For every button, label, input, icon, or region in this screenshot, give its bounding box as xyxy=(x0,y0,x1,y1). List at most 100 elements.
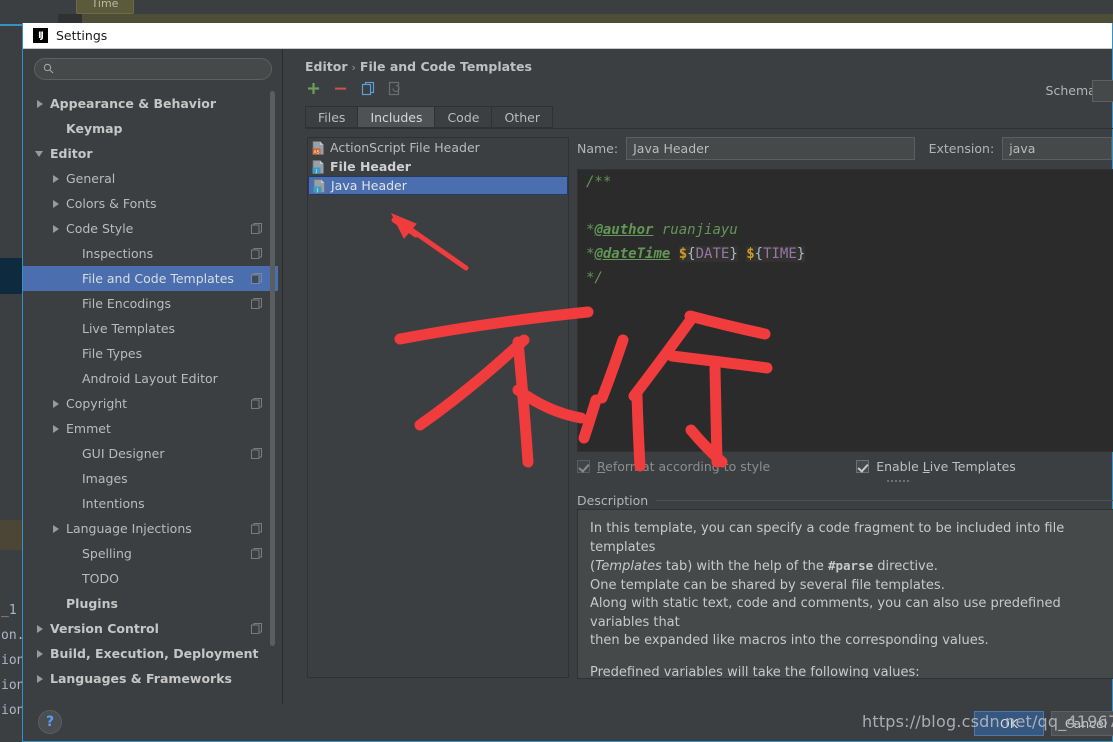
breadcrumb-separator: › xyxy=(351,61,356,74)
panel-drag-handle[interactable] xyxy=(887,480,915,485)
sidebar-item-label: File and Code Templates xyxy=(82,271,234,286)
live-templates-checkbox[interactable] xyxy=(856,460,870,473)
description-box[interactable]: In this template, you can specify a code… xyxy=(577,509,1113,679)
template-list-item-label: File Header xyxy=(330,159,411,174)
background-top-strip xyxy=(0,0,1113,14)
breadcrumb-parent[interactable]: Editor xyxy=(305,59,348,74)
chevron-right-icon[interactable] xyxy=(51,423,63,435)
reset-template-button[interactable] xyxy=(386,80,403,97)
breadcrumb-current: File and Code Templates xyxy=(359,59,532,74)
template-category-tabs[interactable]: Files Includes Code Other xyxy=(305,106,553,128)
tab-files[interactable]: Files xyxy=(305,106,358,128)
code-token: */ xyxy=(586,270,603,286)
sidebar-item-inspections[interactable]: Inspections xyxy=(23,241,278,266)
template-list-item[interactable]: J File Header xyxy=(308,157,568,176)
template-editor-area: Name: Java Header Extension: java /** *@… xyxy=(577,136,1113,679)
schema-select[interactable] xyxy=(1092,80,1113,102)
sidebar-item-build-execution-deployment[interactable]: Build, Execution, Deployment xyxy=(23,641,278,666)
code-token: DATE xyxy=(695,246,730,262)
desc-mid: tab) with the help of the xyxy=(661,559,828,574)
sidebar-item-label: Version Control xyxy=(50,621,159,636)
search-box[interactable] xyxy=(34,58,272,80)
sidebar-item-editor[interactable]: Editor xyxy=(23,141,278,166)
chevron-right-icon[interactable] xyxy=(51,198,63,210)
chevron-right-icon[interactable] xyxy=(51,523,63,535)
tab-label: Includes xyxy=(370,109,423,125)
reformat-checkbox[interactable] xyxy=(577,460,590,473)
sidebar-item-label: Plugins xyxy=(66,596,118,611)
sidebar-item-general[interactable]: General xyxy=(23,166,278,191)
chevron-right-icon[interactable] xyxy=(51,223,63,235)
template-list-item[interactable]: J Java Header xyxy=(308,176,568,195)
code-token: ruanjiayu xyxy=(653,222,738,238)
desc-parse-directive: #parse xyxy=(827,558,874,573)
sidebar-item-android-layout-editor[interactable]: Android Layout Editor xyxy=(23,366,278,391)
template-code-editor[interactable]: /** *@author ruanjiayu *@dateTime ${DATE}… xyxy=(577,169,1113,452)
reformat-accel: R xyxy=(597,459,606,474)
tab-includes[interactable]: Includes xyxy=(357,106,435,128)
sidebar-item-gui-designer[interactable]: GUI Designer xyxy=(23,441,278,466)
live-templates-checkbox-label: Enable Live Templates xyxy=(876,459,1016,474)
sidebar-item-version-control[interactable]: Version Control xyxy=(23,616,278,641)
sidebar-item-images[interactable]: Images xyxy=(23,466,278,491)
chevron-right-icon[interactable] xyxy=(51,398,63,410)
sidebar-item-colors-fonts[interactable]: Colors & Fonts xyxy=(23,191,278,216)
code-line: *@dateTime ${DATE} ${TIME} xyxy=(578,242,1113,266)
copy-template-button[interactable] xyxy=(359,80,376,97)
dialog-title-bar: IJ Settings xyxy=(23,23,1112,49)
description-line: In this template, you can specify a code… xyxy=(590,521,1065,555)
live-templates-accel: L xyxy=(922,459,930,474)
template-list-item-label: ActionScript File Header xyxy=(330,140,480,155)
sidebar-item-label: Spelling xyxy=(82,546,132,561)
chevron-right-icon[interactable] xyxy=(35,98,47,110)
sidebar-item-plugins[interactable]: Plugins xyxy=(23,591,278,616)
sidebar-scrollbar[interactable] xyxy=(269,91,276,699)
chevron-right-icon[interactable] xyxy=(51,173,63,185)
panel-splitter[interactable] xyxy=(282,49,283,704)
sidebar-item-file-and-code-templates[interactable]: File and Code Templates xyxy=(23,266,278,291)
sidebar-item-languages-frameworks[interactable]: Languages & Frameworks xyxy=(23,666,278,691)
settings-tree[interactable]: Appearance & Behavior Keymap Editor General… xyxy=(23,91,278,699)
description-line-4: Along with static text, code and comment… xyxy=(590,596,1061,630)
description-line-6: Predefined variables will take the follo… xyxy=(590,664,920,679)
tab-label: Code xyxy=(447,109,480,125)
project-scope-icon xyxy=(251,298,262,309)
screen: Time _1 on. ion ion ion IJ Settings Appe… xyxy=(0,0,1113,742)
sidebar-item-file-types[interactable]: File Types xyxy=(23,341,278,366)
chevron-right-icon[interactable] xyxy=(35,673,47,685)
sidebar-scrollbar-thumb[interactable] xyxy=(270,91,275,646)
sidebar-item-emmet[interactable]: Emmet xyxy=(23,416,278,441)
sidebar-item-live-templates[interactable]: Live Templates xyxy=(23,316,278,341)
code-line: *@author ruanjiayu xyxy=(578,218,1113,242)
background-run-tab[interactable]: Time xyxy=(76,0,134,14)
sidebar-item-appearance-behavior[interactable]: Appearance & Behavior xyxy=(23,91,278,116)
sidebar-item-label: Copyright xyxy=(66,396,128,411)
sidebar-item-language-injections[interactable]: Language Injections xyxy=(23,516,278,541)
chevron-down-icon[interactable] xyxy=(35,148,47,160)
templates-list[interactable]: AS ActionScript File Header J File Header J J… xyxy=(307,137,569,678)
tab-label: Other xyxy=(504,109,540,125)
sidebar-item-code-style[interactable]: Code Style xyxy=(23,216,278,241)
search-input[interactable] xyxy=(59,61,259,77)
sidebar-item-label: Emmet xyxy=(66,421,111,436)
sidebar-item-file-encodings[interactable]: File Encodings xyxy=(23,291,278,316)
reformat-checkbox-label: Reformat according to style xyxy=(597,459,770,474)
chevron-right-icon[interactable] xyxy=(35,648,47,660)
name-input[interactable]: Java Header xyxy=(626,136,915,160)
chevron-right-icon[interactable] xyxy=(35,623,47,635)
remove-template-button[interactable] xyxy=(332,80,349,97)
sidebar-item-copyright[interactable]: Copyright xyxy=(23,391,278,416)
template-list-item[interactable]: AS ActionScript File Header xyxy=(308,138,568,157)
add-template-button[interactable] xyxy=(305,80,322,97)
tab-other[interactable]: Other xyxy=(491,106,553,128)
extension-input[interactable]: java xyxy=(1002,136,1112,160)
help-button[interactable]: ? xyxy=(38,710,62,734)
sidebar-item-intentions[interactable]: Intentions xyxy=(23,491,278,516)
tab-code[interactable]: Code xyxy=(434,106,492,128)
sidebar-item-keymap[interactable]: Keymap xyxy=(23,116,278,141)
sidebar-item-todo[interactable]: TODO xyxy=(23,566,278,591)
sidebar-item-spelling[interactable]: Spelling xyxy=(23,541,278,566)
